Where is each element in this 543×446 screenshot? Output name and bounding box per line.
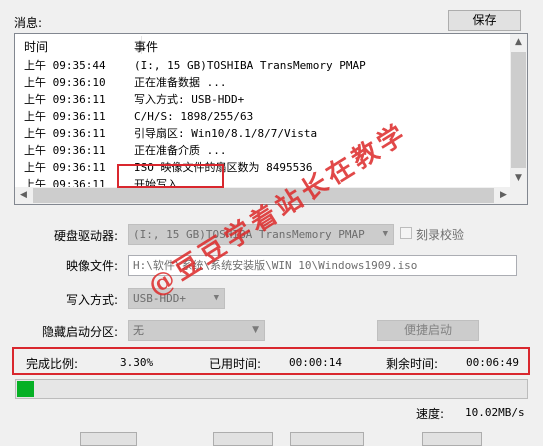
log-row[interactable]: 上午 09:36:10 正在准备数据 ... (15, 74, 512, 91)
log-row-event: (I:, 15 GB)TOSHIBA TransMemory PMAP (134, 59, 366, 72)
log-row-event: 引导扇区: Win10/8.1/8/7/Vista (134, 127, 318, 140)
scrollbar-corner (510, 187, 527, 204)
quick-boot-button[interactable]: 便捷启动 (377, 320, 479, 341)
log-header: 时间 事件 (15, 34, 512, 56)
bottom-button-4[interactable] (422, 432, 482, 446)
messages-label: 消息: (14, 16, 43, 30)
log-row[interactable]: 上午 09:36:11 正在准备介质 ... (15, 142, 512, 159)
scroll-down-icon[interactable]: ▼ (510, 170, 527, 187)
log-row[interactable]: 上午 09:36:11 写入方式: USB-HDD+ (15, 91, 512, 108)
write-mode-label: 写入方式: (66, 293, 119, 307)
speed-label: 速度: (416, 407, 445, 421)
log-row-time: 上午 09:36:11 (24, 93, 106, 106)
verify-checkbox[interactable] (400, 227, 412, 239)
progress-fill (17, 381, 34, 397)
vertical-scroll-thumb[interactable] (511, 52, 526, 168)
scroll-up-icon[interactable]: ▲ (510, 34, 527, 51)
log-rows: 上午 09:35:44 (I:, 15 GB)TOSHIBA TransMemor… (15, 57, 512, 193)
log-row-time: 上午 09:36:11 (24, 110, 106, 123)
log-row-time: 上午 09:36:11 (24, 127, 106, 140)
vertical-scrollbar[interactable]: ▲ ▼ (510, 34, 527, 187)
speed-value: 10.02MB/s (465, 406, 525, 419)
hidden-partition-value: 无 (133, 324, 144, 337)
elapsed-label: 已用时间: (209, 357, 262, 371)
column-event-header[interactable]: 事件 (134, 38, 158, 55)
log-row-time: 上午 09:35:44 (24, 59, 106, 72)
log-row-time: 上午 09:36:11 (24, 144, 106, 157)
bottom-button-3[interactable] (290, 432, 364, 446)
chevron-down-icon: ▼ (213, 293, 219, 303)
write-progress-bar (15, 379, 528, 399)
status-highlight (12, 347, 530, 375)
disk-drive-label: 硬盘驱动器: (54, 229, 119, 243)
log-list[interactable]: 时间 事件 上午 09:35:44 (I:, 15 GB)TOSHIBA Tran… (14, 33, 528, 205)
chevron-down-icon: ▼ (382, 229, 388, 239)
hidden-partition-select[interactable]: 无 ▼ (128, 320, 265, 341)
save-button[interactable]: 保存 (448, 10, 521, 31)
log-row-event: C/H/S: 1898/255/63 (134, 110, 254, 123)
bottom-button-1[interactable] (80, 432, 137, 446)
log-row-time: 上午 09:36:10 (24, 76, 106, 89)
hidden-partition-label: 隐藏启动分区: (42, 325, 119, 339)
log-row[interactable]: 上午 09:36:11 C/H/S: 1898/255/63 (15, 108, 512, 125)
log-row-event: 正在准备数据 ... (134, 76, 227, 89)
remaining-label: 剩余时间: (386, 357, 439, 371)
bottom-button-2[interactable] (213, 432, 273, 446)
complete-value: 3.30% (120, 356, 154, 369)
elapsed-value: 00:00:14 (289, 356, 342, 369)
log-row[interactable]: 上午 09:36:11 ISO 映像文件的扇区数为 8495536 (15, 159, 512, 176)
log-row[interactable]: 上午 09:35:44 (I:, 15 GB)TOSHIBA TransMemor… (15, 57, 512, 74)
log-row-time: 上午 09:36:11 (24, 161, 106, 174)
remaining-value: 00:06:49 (466, 356, 519, 369)
log-row-event: 写入方式: USB-HDD+ (134, 93, 245, 106)
scroll-left-icon[interactable]: ◀ (15, 187, 32, 204)
log-row-event: 正在准备介质 ... (134, 144, 227, 157)
column-time-header[interactable]: 时间 (24, 38, 48, 55)
log-row[interactable]: 上午 09:36:11 引导扇区: Win10/8.1/8/7/Vista (15, 125, 512, 142)
chevron-down-icon: ▼ (252, 325, 259, 335)
verify-label: 刻录校验 (416, 228, 465, 242)
start-write-highlight (117, 164, 224, 188)
complete-label: 完成比例: (26, 357, 79, 371)
image-file-label: 映像文件: (66, 259, 119, 273)
